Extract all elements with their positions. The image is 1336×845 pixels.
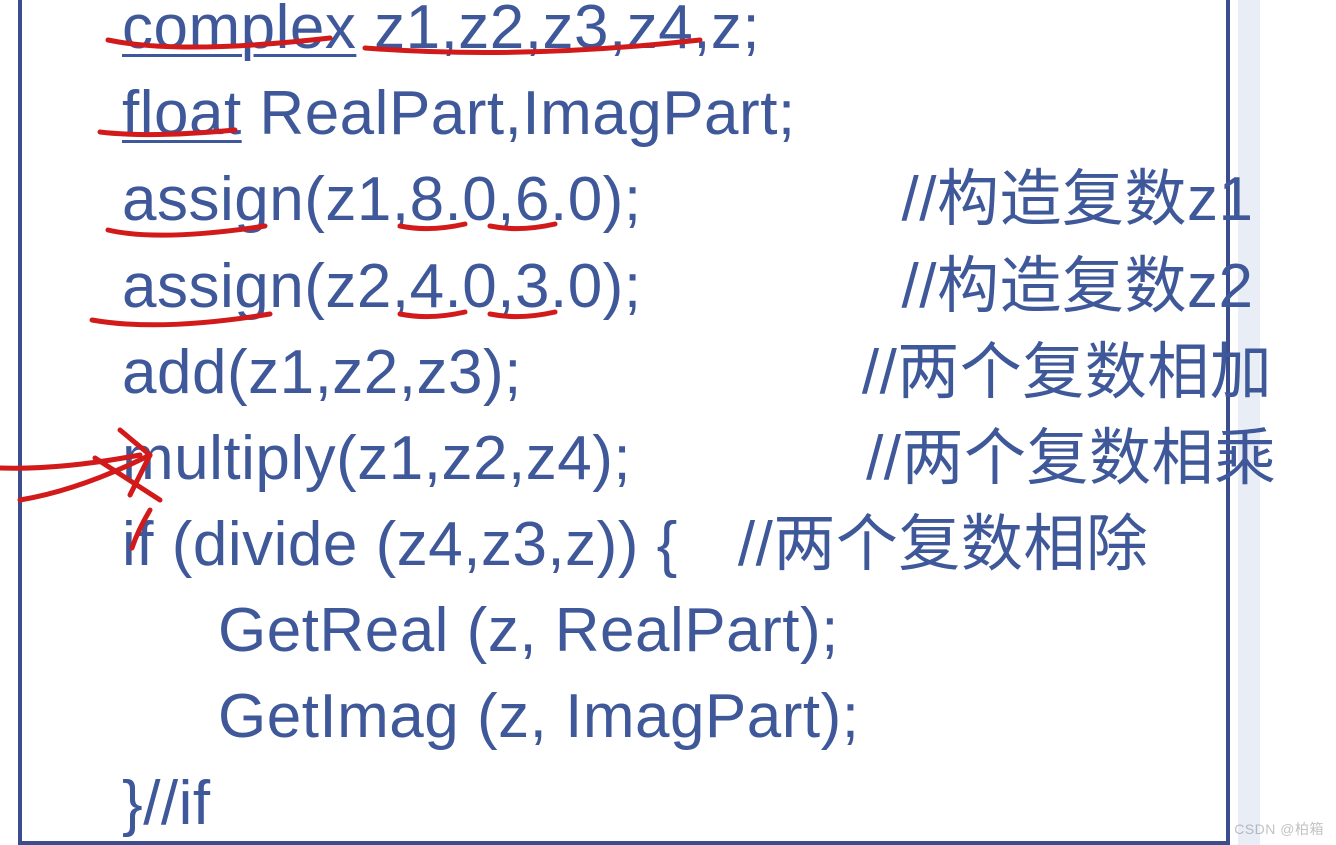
- code-line-5: add(z1,z2,z3); //两个复数相加: [122, 330, 1277, 416]
- line8-code: GetReal (z, RealPart);: [218, 596, 839, 665]
- code-line-7: if (divide (z4,z3,z)) { //两个复数相除: [122, 502, 1277, 588]
- line9-code: GetImag (z, ImagPart);: [218, 682, 860, 751]
- line7-code: if (divide (z4,z3,z)) {: [122, 510, 678, 579]
- line10-code: }//if: [122, 769, 211, 838]
- code-line-6: multiply(z1,z2,z4); //两个复数相乘: [122, 416, 1277, 502]
- line2-rest: RealPart,ImagPart;: [242, 79, 796, 148]
- code-block: complex z1,z2,z3,z4,z; float RealPart,Im…: [122, 0, 1277, 845]
- keyword-complex: complex: [122, 0, 356, 62]
- line5-code: add(z1,z2,z3);: [122, 338, 522, 407]
- line4-code: assign(z2,4.0,3.0);: [122, 252, 642, 321]
- line3-comment: //构造复数z1: [902, 165, 1254, 234]
- code-line-9: GetImag (z, ImagPart);: [122, 674, 1277, 760]
- page-root: complex z1,z2,z3,z4,z; float RealPart,Im…: [0, 0, 1336, 845]
- line6-code: multiply(z1,z2,z4);: [122, 424, 631, 493]
- line1-rest: z1,z2,z3,z4,z;: [356, 0, 760, 62]
- watermark-text: CSDN @柏箱: [1234, 819, 1324, 839]
- line3-code: assign(z1,8.0,6.0);: [122, 165, 642, 234]
- line6-comment: //两个复数相乘: [866, 424, 1276, 493]
- code-line-3: assign(z1,8.0,6.0); //构造复数z1: [122, 157, 1277, 243]
- code-line-1: complex z1,z2,z3,z4,z;: [122, 0, 1277, 71]
- code-line-8: GetReal (z, RealPart);: [122, 588, 1277, 674]
- line7-comment: //两个复数相除: [738, 510, 1148, 579]
- code-line-2: float RealPart,ImagPart;: [122, 71, 1277, 157]
- line4-comment: //构造复数z2: [902, 252, 1254, 321]
- line5-comment: //两个复数相加: [862, 338, 1272, 407]
- code-line-10: }//if: [122, 761, 1277, 845]
- keyword-float: float: [122, 79, 242, 148]
- code-line-4: assign(z2,4.0,3.0); //构造复数z2: [122, 244, 1277, 330]
- content-frame: complex z1,z2,z3,z4,z; float RealPart,Im…: [18, 0, 1230, 845]
